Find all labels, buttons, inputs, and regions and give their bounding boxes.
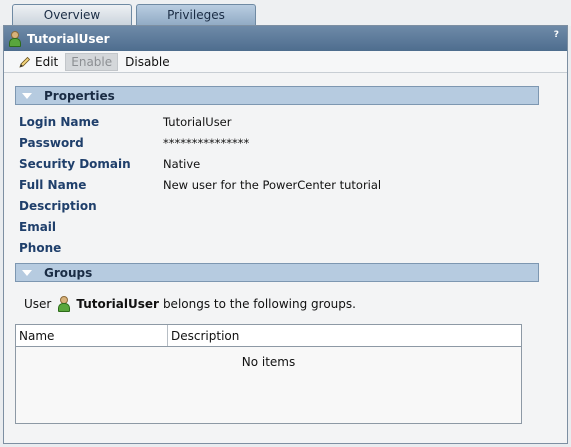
panel-title: TutorialUser xyxy=(27,31,110,46)
groups-table: Name Description No items xyxy=(15,324,522,424)
collapse-triangle-icon xyxy=(22,269,32,276)
groups-intro-text: User TutorialUser belongs to the followi… xyxy=(24,296,356,312)
pencil-icon xyxy=(19,56,31,68)
property-label: Login Name xyxy=(19,114,100,129)
user-icon xyxy=(57,296,71,312)
groups-suffix: belongs to the following groups. xyxy=(162,297,356,311)
panel-title-bar: TutorialUser ? xyxy=(4,26,567,51)
groups-header-label: Groups xyxy=(44,265,93,280)
column-header-name[interactable]: Name xyxy=(16,325,168,346)
groups-table-header: Name Description xyxy=(16,325,521,347)
property-label: Full Name xyxy=(19,177,87,192)
properties-section-header[interactable]: Properties xyxy=(15,86,539,105)
property-value: Native xyxy=(163,156,201,171)
tab-bar: Overview Privileges xyxy=(0,0,571,26)
property-label: Description xyxy=(19,198,97,213)
tab-privileges[interactable]: Privileges xyxy=(136,4,256,26)
property-row-password: Password *************** xyxy=(19,132,381,153)
properties-header-label: Properties xyxy=(44,88,115,103)
property-label: Phone xyxy=(19,240,62,255)
property-value: TutorialUser xyxy=(163,114,232,129)
property-label: Password xyxy=(19,135,84,150)
toolbar: Edit Enable Disable xyxy=(4,51,567,73)
tab-overview[interactable]: Overview xyxy=(12,4,132,26)
user-icon xyxy=(8,30,22,47)
groups-prefix: User xyxy=(24,297,52,311)
property-label: Security Domain xyxy=(19,156,131,171)
user-details-panel: TutorialUser ? Edit Enable Disable Prope… xyxy=(3,25,568,444)
edit-button[interactable]: Edit xyxy=(14,53,63,71)
enable-button[interactable]: Enable xyxy=(65,52,119,71)
property-row-email: Email xyxy=(19,216,381,237)
enable-label: Enable xyxy=(71,54,113,69)
property-row-full-name: Full Name New user for the PowerCenter t… xyxy=(19,174,381,195)
property-row-login-name: Login Name TutorialUser xyxy=(19,111,381,132)
property-row-description: Description xyxy=(19,195,381,216)
property-value: New user for the PowerCenter tutorial xyxy=(163,177,382,192)
property-row-security-domain: Security Domain Native xyxy=(19,153,381,174)
property-row-phone: Phone xyxy=(19,237,381,258)
edit-label: Edit xyxy=(35,54,59,69)
property-label: Email xyxy=(19,219,57,234)
collapse-triangle-icon xyxy=(22,92,32,99)
properties-list: Login Name TutorialUser Password *******… xyxy=(19,111,381,258)
disable-button[interactable]: Disable xyxy=(120,53,175,71)
groups-section-header[interactable]: Groups xyxy=(15,263,539,282)
column-header-description[interactable]: Description xyxy=(168,325,521,346)
groups-user-name: TutorialUser xyxy=(76,297,159,311)
property-value: *************** xyxy=(163,135,250,150)
help-icon[interactable]: ? xyxy=(554,30,559,40)
empty-table-message: No items xyxy=(241,355,296,369)
disable-label: Disable xyxy=(125,54,170,69)
